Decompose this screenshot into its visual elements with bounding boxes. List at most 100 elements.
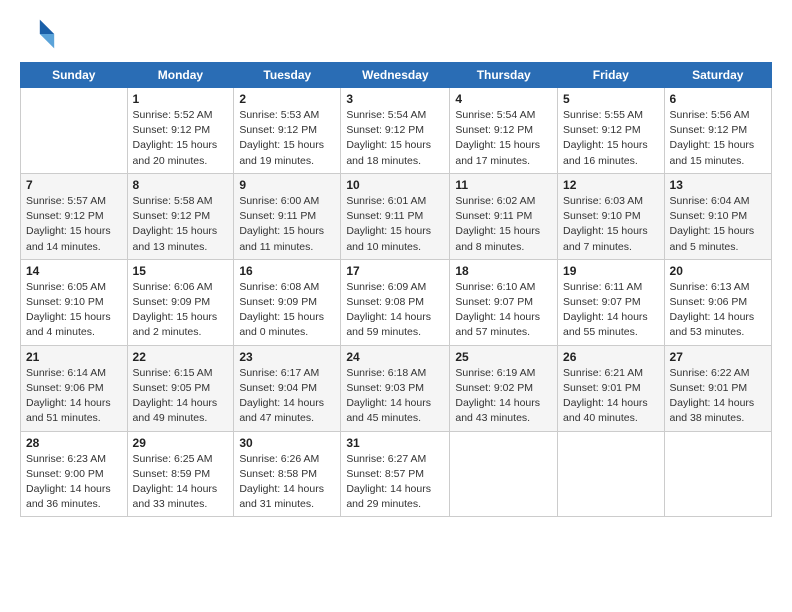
calendar-cell: 16 Sunrise: 6:08 AM Sunset: 9:09 PM Dayli… <box>234 259 341 345</box>
calendar-cell: 4 Sunrise: 5:54 AM Sunset: 9:12 PM Daylig… <box>450 88 558 174</box>
day-info: Sunrise: 6:22 AM Sunset: 9:01 PM Dayligh… <box>670 366 766 427</box>
day-number: 28 <box>26 436 122 450</box>
day-number: 16 <box>239 264 335 278</box>
day-info: Sunrise: 6:21 AM Sunset: 9:01 PM Dayligh… <box>563 366 659 427</box>
calendar-table: SundayMondayTuesdayWednesdayThursdayFrid… <box>20 62 772 517</box>
day-number: 11 <box>455 178 552 192</box>
day-info: Sunrise: 6:03 AM Sunset: 9:10 PM Dayligh… <box>563 194 659 255</box>
calendar-cell: 24 Sunrise: 6:18 AM Sunset: 9:03 PM Dayli… <box>341 345 450 431</box>
day-info: Sunrise: 5:57 AM Sunset: 9:12 PM Dayligh… <box>26 194 122 255</box>
day-info: Sunrise: 6:11 AM Sunset: 9:07 PM Dayligh… <box>563 280 659 341</box>
calendar-cell: 29 Sunrise: 6:25 AM Sunset: 8:59 PM Dayli… <box>127 431 234 517</box>
day-number: 9 <box>239 178 335 192</box>
calendar-cell: 28Sunrise: 6:23 AM Sunset: 9:00 PM Dayli… <box>21 431 128 517</box>
calendar-cell: 31Sunrise: 6:27 AM Sunset: 8:57 PM Dayli… <box>341 431 450 517</box>
day-number: 6 <box>670 92 766 106</box>
page: SundayMondayTuesdayWednesdayThursdayFrid… <box>0 0 792 612</box>
calendar-cell: 9 Sunrise: 6:00 AM Sunset: 9:11 PM Daylig… <box>234 173 341 259</box>
day-number: 21 <box>26 350 122 364</box>
day-number: 22 <box>133 350 229 364</box>
calendar-cell: 7 Sunrise: 5:57 AM Sunset: 9:12 PM Daylig… <box>21 173 128 259</box>
day-info: Sunrise: 6:26 AM Sunset: 8:58 PM Dayligh… <box>239 452 335 513</box>
day-number: 25 <box>455 350 552 364</box>
day-info: Sunrise: 6:10 AM Sunset: 9:07 PM Dayligh… <box>455 280 552 341</box>
weekday-header-row: SundayMondayTuesdayWednesdayThursdayFrid… <box>21 63 772 88</box>
calendar-cell: 22 Sunrise: 6:15 AM Sunset: 9:05 PM Dayli… <box>127 345 234 431</box>
day-number: 1 <box>133 92 229 106</box>
day-info: Sunrise: 5:58 AM Sunset: 9:12 PM Dayligh… <box>133 194 229 255</box>
day-number: 24 <box>346 350 444 364</box>
calendar-cell <box>21 88 128 174</box>
day-number: 26 <box>563 350 659 364</box>
calendar-cell: 30Sunrise: 6:26 AM Sunset: 8:58 PM Dayli… <box>234 431 341 517</box>
day-number: 27 <box>670 350 766 364</box>
week-row-2: 7 Sunrise: 5:57 AM Sunset: 9:12 PM Daylig… <box>21 173 772 259</box>
calendar-cell: 15 Sunrise: 6:06 AM Sunset: 9:09 PM Dayli… <box>127 259 234 345</box>
day-info: Sunrise: 6:09 AM Sunset: 9:08 PM Dayligh… <box>346 280 444 341</box>
day-number: 17 <box>346 264 444 278</box>
calendar-cell: 2 Sunrise: 5:53 AM Sunset: 9:12 PM Daylig… <box>234 88 341 174</box>
day-number: 29 <box>133 436 229 450</box>
day-info: Sunrise: 5:55 AM Sunset: 9:12 PM Dayligh… <box>563 108 659 169</box>
day-number: 31 <box>346 436 444 450</box>
calendar-cell: 10Sunrise: 6:01 AM Sunset: 9:11 PM Dayli… <box>341 173 450 259</box>
day-number: 14 <box>26 264 122 278</box>
weekday-header-monday: Monday <box>127 63 234 88</box>
day-number: 12 <box>563 178 659 192</box>
calendar-cell: 14 Sunrise: 6:05 AM Sunset: 9:10 PM Dayli… <box>21 259 128 345</box>
day-number: 2 <box>239 92 335 106</box>
day-number: 5 <box>563 92 659 106</box>
week-row-5: 28Sunrise: 6:23 AM Sunset: 9:00 PM Dayli… <box>21 431 772 517</box>
calendar-cell: 12 Sunrise: 6:03 AM Sunset: 9:10 PM Dayli… <box>558 173 665 259</box>
weekday-header-thursday: Thursday <box>450 63 558 88</box>
day-info: Sunrise: 6:17 AM Sunset: 9:04 PM Dayligh… <box>239 366 335 427</box>
day-info: Sunrise: 5:54 AM Sunset: 9:12 PM Dayligh… <box>455 108 552 169</box>
calendar-cell: 11 Sunrise: 6:02 AM Sunset: 9:11 PM Dayli… <box>450 173 558 259</box>
day-number: 3 <box>346 92 444 106</box>
header <box>20 16 772 52</box>
day-number: 7 <box>26 178 122 192</box>
day-info: Sunrise: 5:54 AM Sunset: 9:12 PM Dayligh… <box>346 108 444 169</box>
calendar-cell: 18 Sunrise: 6:10 AM Sunset: 9:07 PM Dayli… <box>450 259 558 345</box>
day-info: Sunrise: 5:53 AM Sunset: 9:12 PM Dayligh… <box>239 108 335 169</box>
weekday-header-friday: Friday <box>558 63 665 88</box>
calendar-cell <box>664 431 771 517</box>
calendar-cell: 21Sunrise: 6:14 AM Sunset: 9:06 PM Dayli… <box>21 345 128 431</box>
day-info: Sunrise: 6:05 AM Sunset: 9:10 PM Dayligh… <box>26 280 122 341</box>
calendar-cell: 19Sunrise: 6:11 AM Sunset: 9:07 PM Dayli… <box>558 259 665 345</box>
calendar-cell: 1Sunrise: 5:52 AM Sunset: 9:12 PM Daylig… <box>127 88 234 174</box>
calendar-cell: 25 Sunrise: 6:19 AM Sunset: 9:02 PM Dayli… <box>450 345 558 431</box>
calendar-cell: 17 Sunrise: 6:09 AM Sunset: 9:08 PM Dayli… <box>341 259 450 345</box>
day-number: 4 <box>455 92 552 106</box>
day-number: 20 <box>670 264 766 278</box>
calendar-cell: 3 Sunrise: 5:54 AM Sunset: 9:12 PM Daylig… <box>341 88 450 174</box>
week-row-3: 14 Sunrise: 6:05 AM Sunset: 9:10 PM Dayli… <box>21 259 772 345</box>
day-info: Sunrise: 6:15 AM Sunset: 9:05 PM Dayligh… <box>133 366 229 427</box>
day-info: Sunrise: 5:56 AM Sunset: 9:12 PM Dayligh… <box>670 108 766 169</box>
day-number: 18 <box>455 264 552 278</box>
day-info: Sunrise: 6:04 AM Sunset: 9:10 PM Dayligh… <box>670 194 766 255</box>
calendar-cell: 26 Sunrise: 6:21 AM Sunset: 9:01 PM Dayli… <box>558 345 665 431</box>
day-info: Sunrise: 6:13 AM Sunset: 9:06 PM Dayligh… <box>670 280 766 341</box>
calendar-cell: 20 Sunrise: 6:13 AM Sunset: 9:06 PM Dayli… <box>664 259 771 345</box>
day-number: 10 <box>346 178 444 192</box>
day-info: Sunrise: 6:19 AM Sunset: 9:02 PM Dayligh… <box>455 366 552 427</box>
calendar-cell: 5 Sunrise: 5:55 AM Sunset: 9:12 PM Daylig… <box>558 88 665 174</box>
calendar-cell: 13 Sunrise: 6:04 AM Sunset: 9:10 PM Dayli… <box>664 173 771 259</box>
calendar-cell: 23Sunrise: 6:17 AM Sunset: 9:04 PM Dayli… <box>234 345 341 431</box>
weekday-header-tuesday: Tuesday <box>234 63 341 88</box>
day-info: Sunrise: 6:00 AM Sunset: 9:11 PM Dayligh… <box>239 194 335 255</box>
calendar-cell: 27 Sunrise: 6:22 AM Sunset: 9:01 PM Dayli… <box>664 345 771 431</box>
day-info: Sunrise: 6:06 AM Sunset: 9:09 PM Dayligh… <box>133 280 229 341</box>
day-info: Sunrise: 6:25 AM Sunset: 8:59 PM Dayligh… <box>133 452 229 513</box>
logo <box>20 16 60 52</box>
day-number: 15 <box>133 264 229 278</box>
day-info: Sunrise: 6:08 AM Sunset: 9:09 PM Dayligh… <box>239 280 335 341</box>
day-info: Sunrise: 6:18 AM Sunset: 9:03 PM Dayligh… <box>346 366 444 427</box>
week-row-1: 1Sunrise: 5:52 AM Sunset: 9:12 PM Daylig… <box>21 88 772 174</box>
calendar-cell: 6 Sunrise: 5:56 AM Sunset: 9:12 PM Daylig… <box>664 88 771 174</box>
weekday-header-wednesday: Wednesday <box>341 63 450 88</box>
day-info: Sunrise: 6:02 AM Sunset: 9:11 PM Dayligh… <box>455 194 552 255</box>
day-number: 8 <box>133 178 229 192</box>
day-number: 13 <box>670 178 766 192</box>
